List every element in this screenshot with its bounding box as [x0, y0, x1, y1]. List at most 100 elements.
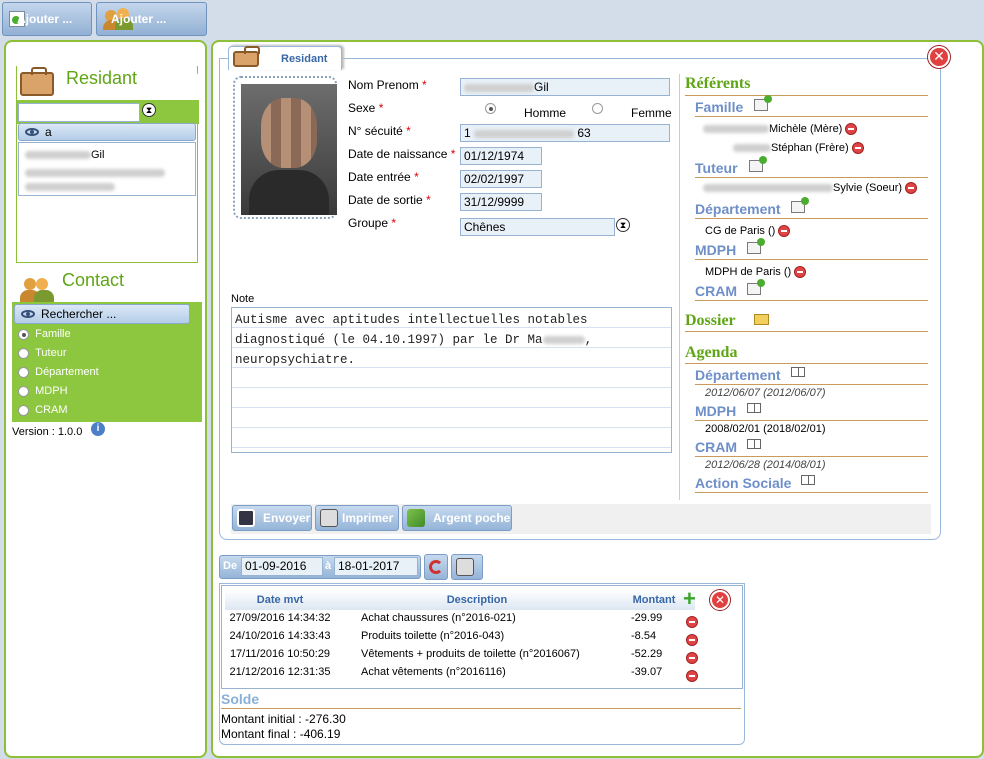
birth-input[interactable]: 01/12/1974 [460, 147, 542, 165]
ssn-label: N° sécuité * [348, 124, 411, 138]
remove-icon[interactable] [778, 225, 791, 238]
filter-famille[interactable]: Famille [18, 328, 99, 347]
referent-tuteur-label[interactable]: Tuteur [695, 160, 738, 176]
search-label: Rechercher ... [41, 307, 117, 321]
name-input[interactable]: Gil [460, 78, 670, 96]
group-select[interactable]: Chênes [460, 218, 615, 236]
save-icon [237, 509, 255, 527]
sex-radio-homme[interactable] [485, 103, 496, 114]
list-item-redacted[interactable] [25, 179, 115, 193]
resident-search-input[interactable] [18, 103, 140, 122]
entry-input[interactable]: 02/02/1997 [460, 170, 542, 188]
calendar-icon[interactable] [747, 403, 761, 413]
version-text: Version : 1.0.0 [12, 426, 83, 438]
agenda-departement-label[interactable]: Département [695, 367, 781, 383]
add-contact-icon[interactable] [749, 156, 767, 172]
main-panel: Residant ✕ Nom Prenom * Sexe * N° sécuit… [211, 40, 984, 758]
radio-tuteur[interactable] [18, 347, 29, 359]
resident-list: Gil [18, 142, 196, 196]
remove-icon[interactable] [794, 266, 807, 279]
calendar-icon[interactable] [747, 439, 761, 449]
referent-famille-label[interactable]: Famille [695, 99, 743, 115]
sex-radio-femme[interactable] [592, 103, 603, 114]
agenda-cram-label[interactable]: CRAM [695, 439, 737, 455]
remove-icon[interactable] [845, 123, 858, 136]
agenda-mdph-date: 2008/02/01 (2018/02/01) [705, 423, 826, 435]
table-row[interactable]: 24/10/2016 14:33:43 Produits toilette (n… [227, 627, 687, 645]
departement-item[interactable]: CG de Paris () [705, 225, 791, 238]
referent-departement-label[interactable]: Département [695, 201, 781, 217]
printer-icon [456, 558, 474, 576]
print-movements-button[interactable] [451, 554, 483, 580]
remove-row-icon[interactable] [686, 652, 698, 664]
table-row[interactable]: 17/11/2016 10:50:29 Vêtements + produits… [227, 645, 687, 663]
calendar-icon[interactable] [791, 367, 805, 377]
agenda-departement-date: 2012/06/07 (2012/06/07) [705, 387, 826, 399]
final-amount: Montant final : -406.19 [221, 727, 341, 741]
briefcase-icon [20, 67, 54, 96]
delete-all-icon[interactable]: ✕ [710, 590, 730, 610]
tuteur-item[interactable]: Sylvie (Soeur) [703, 182, 918, 195]
agenda-action-label[interactable]: Action Sociale [695, 475, 791, 491]
filter-tuteur[interactable]: Tuteur [18, 347, 99, 366]
radio-departement[interactable] [18, 366, 29, 378]
remove-icon[interactable] [851, 142, 864, 155]
resident-section-title: Residant [66, 68, 138, 88]
add-contact-icon[interactable] [791, 197, 809, 213]
remove-row-icon[interactable] [686, 616, 698, 628]
filter-mdph[interactable]: MDPH [18, 385, 99, 404]
calendar-icon[interactable] [801, 475, 815, 485]
print-button[interactable]: Imprimer [315, 505, 399, 531]
famille-item[interactable]: Michèle (Mère) [703, 123, 858, 136]
sex-label: Sexe * [348, 101, 384, 115]
referent-mdph-label[interactable]: MDPH [695, 242, 736, 258]
hourglass-icon[interactable]: ⧗ [142, 103, 156, 117]
list-item[interactable]: Gil [25, 149, 104, 161]
note-textarea[interactable]: Autisme avec aptitudes intellectuelles n… [231, 307, 672, 453]
contact-filter-list: Famille Tuteur Département MDPH CRAM [18, 328, 99, 423]
refresh-button[interactable] [424, 554, 448, 580]
send-button[interactable]: Envoyer [232, 505, 312, 531]
ssn-input[interactable]: 1 63 [460, 124, 670, 142]
exit-input[interactable]: 31/12/9999 [460, 193, 542, 211]
filter-departement[interactable]: Département [18, 366, 99, 385]
dossier-title: Dossier [685, 312, 736, 329]
filter-cram[interactable]: CRAM [18, 404, 99, 423]
pocket-money-button[interactable]: Argent poche [402, 505, 512, 531]
agenda-mdph-label[interactable]: MDPH [695, 403, 736, 419]
add-contact-icon[interactable] [754, 95, 772, 111]
col-date: Date mvt [256, 594, 304, 606]
add-resident-button[interactable]: Ajouter ... [2, 2, 92, 36]
radio-mdph[interactable] [18, 385, 29, 397]
remove-row-icon[interactable] [686, 634, 698, 646]
table-row[interactable]: 27/09/2016 14:34:32 Achat chaussures (n°… [227, 609, 687, 627]
add-contact-button[interactable]: Ajouter ... [96, 2, 207, 36]
vertical-separator [679, 74, 680, 500]
sex-homme-label: Homme [524, 106, 567, 120]
money-icon [407, 509, 425, 527]
resident-filter-bar[interactable]: a [18, 123, 196, 141]
list-item-redacted[interactable] [25, 165, 165, 179]
table-row[interactable]: 21/12/2016 12:31:35 Achat vêtements (n°2… [227, 663, 687, 681]
radio-cram[interactable] [18, 404, 29, 416]
referent-cram-label[interactable]: CRAM [695, 283, 737, 299]
birth-label: Date de naissance * [348, 147, 456, 161]
close-icon[interactable]: ✕ [928, 46, 950, 68]
info-icon[interactable]: i [91, 422, 105, 436]
add-contact-icon[interactable] [747, 238, 765, 254]
to-date-input[interactable]: 18-01-2017 [334, 557, 418, 576]
remove-row-icon[interactable] [686, 670, 698, 682]
contact-search-bar[interactable]: Rechercher ... [14, 304, 190, 324]
eye-icon [21, 310, 35, 318]
hourglass-icon[interactable]: ⧗ [616, 218, 630, 232]
filter-label: a [45, 125, 52, 139]
famille-item[interactable]: Stéphan (Frère) [733, 142, 864, 155]
radio-famille[interactable] [18, 328, 29, 340]
agenda-title: Agenda [685, 344, 738, 361]
resident-tab[interactable]: Residant [228, 46, 342, 70]
remove-icon[interactable] [905, 182, 918, 195]
from-date-input[interactable]: 01-09-2016 [241, 557, 323, 576]
add-contact-icon[interactable] [747, 279, 765, 295]
mdph-item[interactable]: MDPH de Paris () [705, 266, 807, 279]
folder-icon[interactable] [754, 314, 769, 325]
